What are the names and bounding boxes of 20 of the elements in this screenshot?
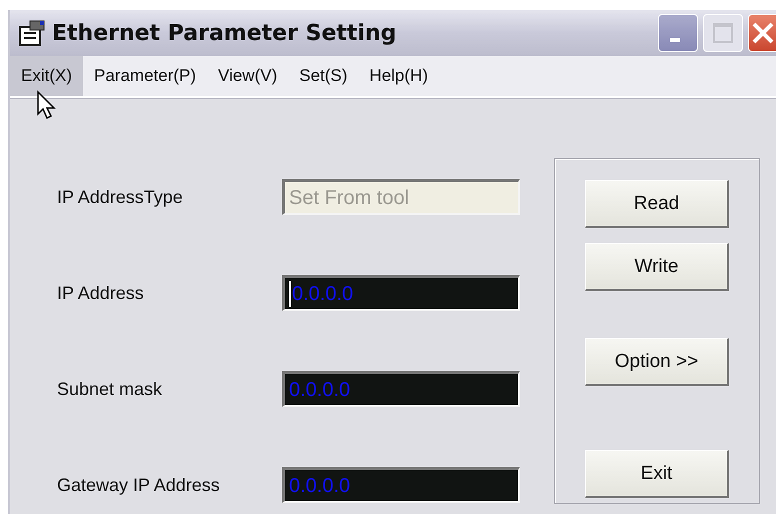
push-button[interactable]: Exit (585, 450, 729, 498)
menu-item[interactable]: Exit(X) (10, 56, 83, 96)
field-label: Subnet mask (56, 378, 164, 400)
push-button[interactable]: Write (585, 243, 729, 291)
push-button[interactable]: Option >> (585, 338, 729, 386)
field-label: Gateway IP Address (56, 474, 221, 496)
minimize-button[interactable] (658, 14, 698, 52)
field-label: IP AddressType (56, 186, 184, 208)
window-title: Ethernet Parameter Setting (52, 20, 398, 46)
app-icon (18, 19, 46, 47)
close-icon (750, 21, 774, 45)
menu-item[interactable]: Help(H) (358, 56, 439, 96)
close-button[interactable] (748, 14, 776, 52)
maximize-icon (712, 22, 734, 44)
menu-item[interactable]: View(V) (207, 56, 288, 96)
menu-item[interactable]: Set(S) (288, 56, 358, 96)
minimize-icon (670, 38, 680, 42)
push-button[interactable]: Read (585, 180, 729, 228)
field-label: IP Address (56, 282, 145, 304)
menu-item[interactable]: Parameter(P) (83, 56, 208, 96)
